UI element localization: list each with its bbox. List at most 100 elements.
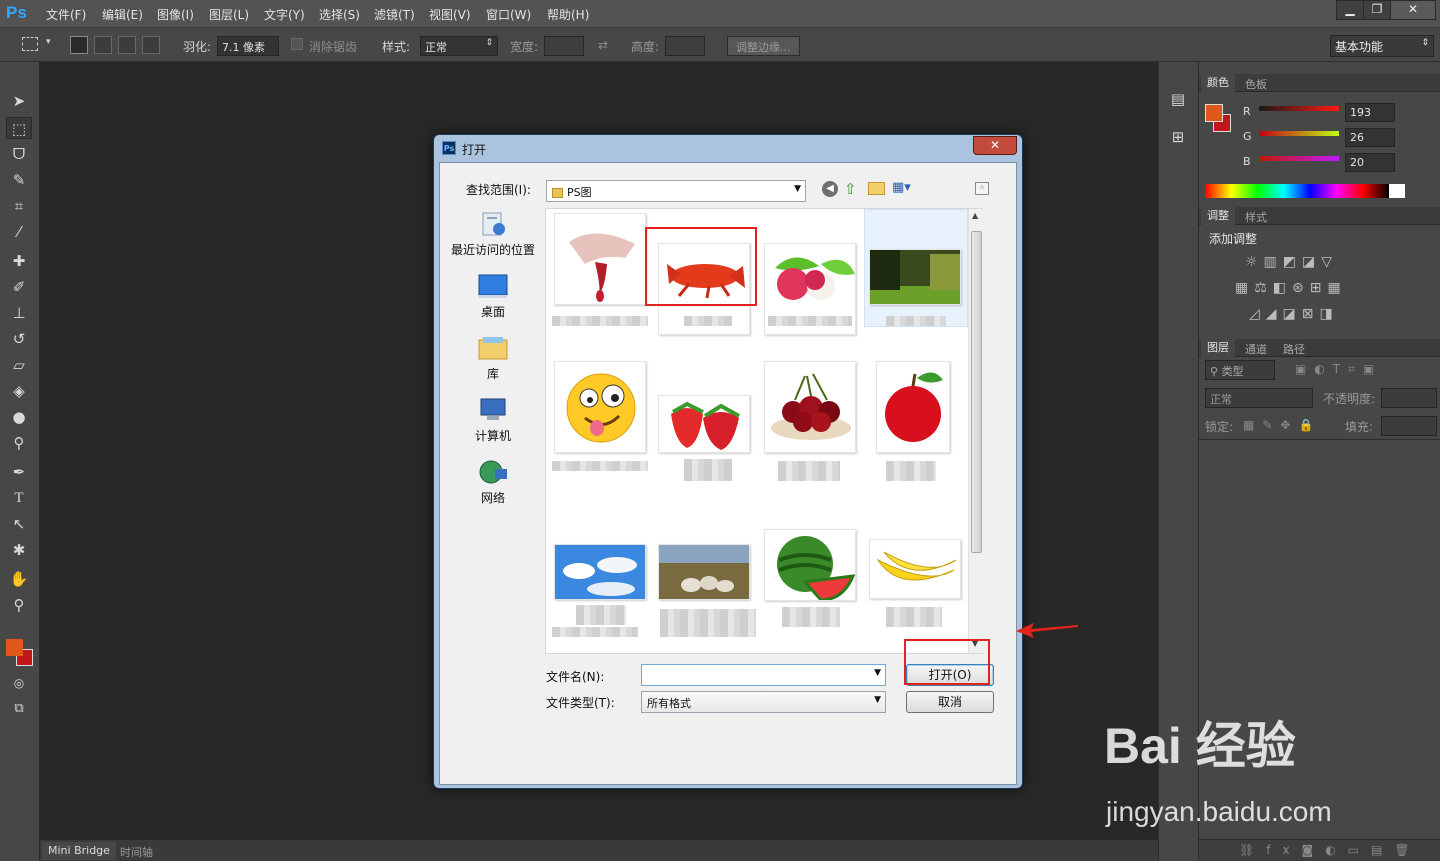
- back-icon[interactable]: ◀: [822, 181, 838, 197]
- add-selection-icon[interactable]: [94, 36, 112, 54]
- r-input[interactable]: 193: [1345, 103, 1395, 122]
- filename-input[interactable]: ▼: [641, 664, 886, 686]
- marquee-preset-icon[interactable]: [22, 37, 38, 51]
- adjustment-icons-row-2[interactable]: ▦⚖◧⊛⊞▦: [1235, 280, 1347, 296]
- menu-type[interactable]: 文字(Y): [264, 6, 305, 23]
- up-folder-icon[interactable]: ⇧: [844, 180, 857, 198]
- minimize-button[interactable]: ▁: [1336, 0, 1364, 20]
- tab-swatches[interactable]: 色板: [1245, 76, 1267, 92]
- new-folder-icon[interactable]: [868, 182, 885, 195]
- menu-window[interactable]: 窗口(W): [486, 6, 531, 23]
- scroll-up-icon[interactable]: ▲: [972, 211, 978, 220]
- swap-icon[interactable]: ⇄: [598, 38, 608, 52]
- brush-tool-icon[interactable]: ✐: [6, 276, 32, 298]
- r-slider[interactable]: [1259, 106, 1339, 111]
- fill-input[interactable]: [1381, 416, 1437, 436]
- color-fg-swatch[interactable]: [1205, 104, 1223, 122]
- crop-tool-icon[interactable]: ⌗: [6, 195, 32, 217]
- thumb-watermelon[interactable]: [764, 529, 856, 601]
- menu-layer[interactable]: 图层(L): [209, 6, 249, 23]
- place-network[interactable]: 网络: [440, 459, 546, 506]
- thumb-sky[interactable]: [554, 544, 646, 600]
- zoom-tool-icon[interactable]: ⚲: [6, 594, 32, 616]
- adjustment-icons-row-3[interactable]: ◿◢◪⊠◨: [1249, 306, 1339, 322]
- menu-help[interactable]: 帮助(H): [547, 6, 589, 23]
- cancel-button[interactable]: 取消: [906, 691, 994, 713]
- tab-channels[interactable]: 通道: [1245, 341, 1267, 357]
- menu-image[interactable]: 图像(I): [157, 6, 194, 23]
- rect-marquee-tool-icon[interactable]: ⬚: [6, 117, 32, 139]
- thumb-apple[interactable]: [876, 361, 950, 453]
- opacity-input[interactable]: [1381, 388, 1437, 408]
- foreground-color-swatch[interactable]: [6, 639, 23, 656]
- pen-tool-icon[interactable]: ✒: [6, 461, 32, 483]
- scrollbar-thumb[interactable]: [971, 231, 982, 553]
- layers-footer-icons[interactable]: ⛓fx◙◐▭▤🗑: [1199, 839, 1440, 861]
- properties-panel-icon[interactable]: ⊞: [1165, 126, 1191, 148]
- filetype-select[interactable]: 所有格式 ▼: [641, 691, 886, 713]
- menu-filter[interactable]: 滤镜(T): [374, 6, 415, 23]
- feather-input[interactable]: 7.1 像素: [217, 36, 279, 56]
- close-app-button[interactable]: ✕: [1390, 0, 1436, 20]
- antialias-checkbox[interactable]: [291, 38, 303, 50]
- layer-filter-icons[interactable]: ▣◐T⌗▣: [1295, 362, 1382, 377]
- vertical-scrollbar[interactable]: ▲ ▼: [968, 209, 983, 653]
- dialog-close-button[interactable]: ✕: [973, 136, 1017, 155]
- menu-file[interactable]: 文件(F): [46, 6, 86, 23]
- menu-select[interactable]: 选择(S): [319, 6, 360, 23]
- width-input[interactable]: [544, 36, 584, 56]
- thumb-hands-heart[interactable]: [554, 213, 646, 305]
- refine-edge-button[interactable]: 调整边缘...: [727, 36, 800, 56]
- blend-mode-select[interactable]: 正常: [1205, 388, 1313, 408]
- bridge-icon[interactable]: ★: [975, 182, 989, 195]
- tab-adjustments[interactable]: 调整: [1201, 207, 1235, 225]
- color-spectrum[interactable]: [1205, 184, 1405, 198]
- b-input[interactable]: 20: [1345, 153, 1395, 172]
- new-selection-icon[interactable]: [70, 36, 88, 54]
- layer-kind-filter[interactable]: ⚲ 类型: [1205, 360, 1275, 380]
- place-computer[interactable]: 计算机: [440, 397, 546, 444]
- g-input[interactable]: 26: [1345, 128, 1395, 147]
- hand-tool-icon[interactable]: ✋: [6, 568, 32, 590]
- place-desktop[interactable]: 桌面: [440, 273, 546, 320]
- history-panel-icon[interactable]: ▤: [1165, 88, 1191, 110]
- thumb-strawberry[interactable]: [658, 395, 750, 453]
- dodge-tool-icon[interactable]: ⚲: [6, 432, 32, 454]
- g-slider[interactable]: [1259, 131, 1339, 136]
- blur-tool-icon[interactable]: ●: [6, 406, 32, 428]
- quick-mask-icon[interactable]: ◎: [6, 672, 32, 694]
- tab-mini-bridge[interactable]: Mini Bridge: [42, 842, 116, 860]
- chevron-down-icon[interactable]: ▾: [46, 37, 51, 47]
- place-library[interactable]: 库: [440, 335, 546, 382]
- thumb-cherries[interactable]: [764, 361, 856, 453]
- style-select[interactable]: 正常 ⇕: [420, 36, 498, 56]
- move-tool-icon[interactable]: ➤: [6, 90, 32, 112]
- tab-color[interactable]: 颜色: [1201, 74, 1235, 92]
- tab-styles[interactable]: 样式: [1245, 209, 1267, 225]
- workspace-select[interactable]: 基本功能 ⇕: [1330, 35, 1434, 57]
- eraser-tool-icon[interactable]: ▱: [6, 354, 32, 376]
- clone-stamp-tool-icon[interactable]: ⊥: [6, 302, 32, 324]
- eyedropper-tool-icon[interactable]: ⁄: [6, 221, 32, 243]
- lasso-tool-icon[interactable]: ᗜ: [6, 143, 32, 165]
- restore-button[interactable]: ❐: [1363, 0, 1391, 20]
- lock-icons[interactable]: ▦✎✥🔒: [1243, 418, 1321, 432]
- thumb-forest[interactable]: [869, 249, 961, 305]
- tab-timeline[interactable]: 时间轴: [120, 844, 153, 860]
- screen-mode-icon[interactable]: ⧉: [6, 698, 32, 720]
- thumb-banana[interactable]: [869, 539, 961, 599]
- menu-edit[interactable]: 编辑(E): [102, 6, 143, 23]
- height-input[interactable]: [665, 36, 705, 56]
- paint-bucket-tool-icon[interactable]: ◈: [6, 380, 32, 402]
- shape-tool-icon[interactable]: ✱: [6, 539, 32, 561]
- intersect-selection-icon[interactable]: [142, 36, 160, 54]
- lookin-select[interactable]: PS图 ▼: [546, 180, 806, 202]
- type-tool-icon[interactable]: T: [6, 487, 32, 509]
- path-select-tool-icon[interactable]: ↖: [6, 513, 32, 535]
- file-list[interactable]: ▲ ▼: [545, 208, 983, 654]
- thumb-emoji[interactable]: [554, 361, 646, 453]
- tab-paths[interactable]: 路径: [1283, 341, 1305, 357]
- subtract-selection-icon[interactable]: [118, 36, 136, 54]
- thumb-sheep[interactable]: [658, 544, 750, 600]
- tab-layers[interactable]: 图层: [1201, 339, 1235, 357]
